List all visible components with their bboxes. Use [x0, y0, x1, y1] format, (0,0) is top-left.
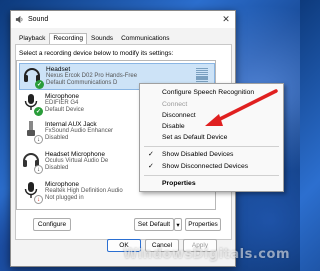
check-icon: ✓: [148, 151, 154, 158]
context-menu: Configure Speech Recognition Connect Dis…: [139, 83, 284, 192]
watermark-text: WindowsDigitals.com: [123, 247, 290, 262]
title-bar: Sound ✕: [11, 11, 235, 28]
menu-item-label: Show Disconnected Devices: [162, 163, 249, 170]
chevron-down-icon: ▾: [176, 221, 180, 229]
device-status: Default Communications D: [46, 79, 118, 86]
set-default-dropdown-button[interactable]: ▾: [174, 218, 182, 231]
menu-item-set-default[interactable]: Set as Default Device: [140, 132, 283, 143]
configure-button[interactable]: Configure: [33, 218, 71, 231]
device-status: Not plugged in: [45, 194, 84, 201]
device-status: Default Device: [45, 106, 85, 113]
disabled-arrow-icon: ↓: [34, 165, 43, 174]
not-plugged-arrow-icon: ↓: [34, 195, 43, 204]
check-icon: ✓: [148, 163, 154, 170]
device-name: Internal AUX Jack: [45, 121, 97, 128]
device-name: Headset: [46, 66, 71, 73]
menu-separator: [144, 146, 279, 147]
menu-item-properties[interactable]: Properties: [140, 178, 283, 189]
default-check-icon: ✓: [34, 107, 43, 116]
aux-jack-icon: ↓: [21, 120, 43, 144]
device-status: Disabled: [45, 164, 69, 171]
menu-item-show-disabled[interactable]: ✓ Show Disabled Devices: [140, 149, 283, 160]
window-title: Sound: [28, 16, 49, 23]
menu-item-configure-speech[interactable]: Configure Speech Recognition: [140, 87, 283, 98]
speaker-icon: [15, 15, 23, 24]
properties-button[interactable]: Properties: [185, 218, 221, 231]
menu-separator: [144, 175, 279, 176]
device-name: Headset Microphone: [45, 151, 105, 158]
tab-sounds[interactable]: Sounds: [87, 33, 117, 44]
close-button[interactable]: ✕: [219, 13, 233, 25]
close-icon: ✕: [222, 13, 230, 24]
tab-recording[interactable]: Recording: [49, 33, 88, 44]
headset-icon: ✓: [22, 65, 44, 89]
microphone-icon: ✓: [21, 92, 43, 116]
device-name: Microphone: [45, 181, 79, 188]
instruction-text: Select a recording device below to modif…: [19, 50, 174, 57]
tab-strip: Playback Recording Sounds Communications: [15, 33, 173, 44]
disabled-arrow-icon: ↓: [34, 135, 43, 144]
menu-item-connect: Connect: [162, 101, 188, 108]
menu-item-disconnect[interactable]: Disconnect: [140, 110, 283, 121]
headset-icon: ↓: [21, 150, 43, 174]
default-check-icon: ✓: [35, 80, 44, 89]
set-default-button[interactable]: Set Default: [134, 218, 174, 231]
menu-item-disable[interactable]: Disable: [140, 121, 283, 132]
menu-item-show-disconnected[interactable]: ✓ Show Disconnected Devices: [140, 161, 283, 172]
device-name: Microphone: [45, 93, 79, 100]
microphone-icon: ↓: [21, 180, 43, 204]
tab-communications[interactable]: Communications: [117, 33, 173, 44]
menu-item-label: Show Disabled Devices: [162, 151, 234, 158]
tab-playback[interactable]: Playback: [15, 33, 49, 44]
device-status: Disabled: [45, 134, 69, 141]
